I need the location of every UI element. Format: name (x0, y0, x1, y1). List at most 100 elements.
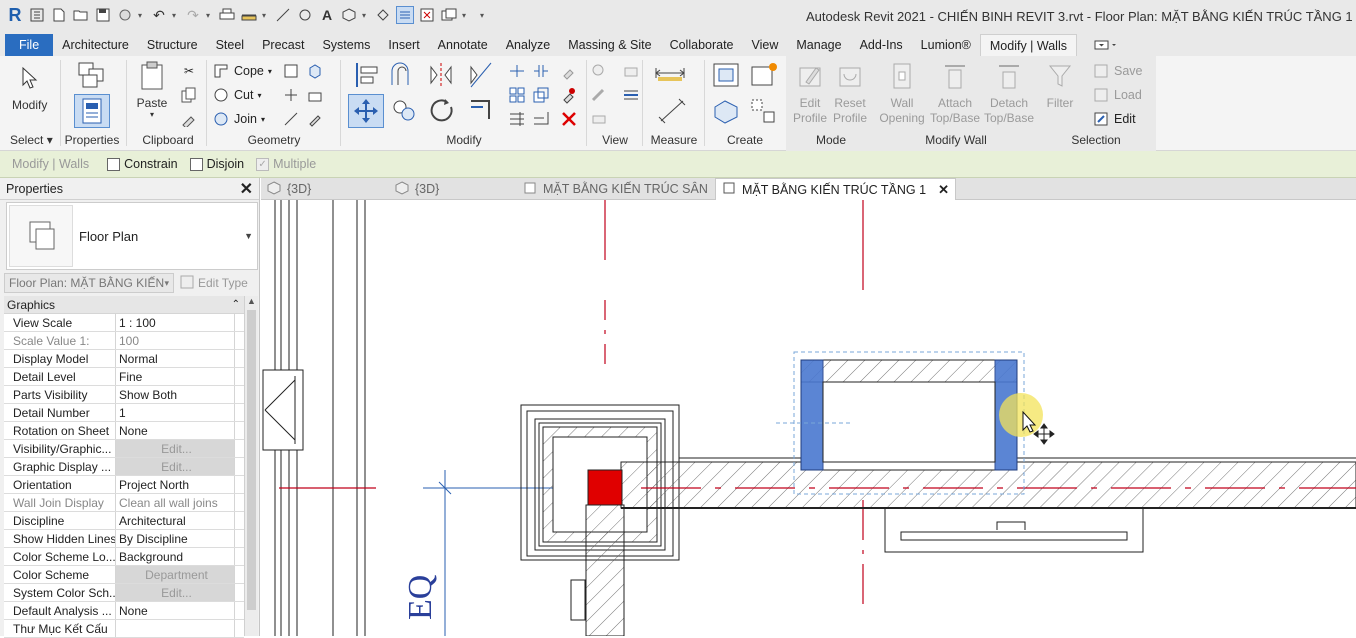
create-parts-icon[interactable] (748, 60, 780, 90)
property-value[interactable]: 1 : 100 (116, 314, 235, 331)
new-icon[interactable] (50, 6, 68, 24)
scroll-up-icon[interactable]: ▲ (247, 296, 256, 306)
property-value[interactable]: Clean all wall joins (116, 494, 235, 511)
measure-between-icon[interactable] (652, 62, 688, 84)
instance-selector[interactable]: Floor Plan: MẶT BẰNG KIẾN ▾ (4, 273, 174, 293)
sync-icon[interactable] (116, 6, 134, 24)
text-icon[interactable]: A (318, 6, 336, 24)
copy-icon[interactable] (390, 96, 420, 126)
view-tab-3d-2[interactable]: {3D} (395, 178, 439, 200)
property-value[interactable]: Edit... (116, 584, 235, 601)
property-value[interactable] (116, 620, 235, 637)
sync-dropdown-icon[interactable]: ▾ (138, 11, 146, 20)
edit-profile-button[interactable]: Edit Profile (792, 60, 828, 126)
customize-qat-icon[interactable]: ▾ (480, 11, 488, 20)
property-row[interactable]: Detail Number 1 (4, 404, 244, 422)
eraser-icon[interactable] (588, 108, 610, 130)
measure-dropdown-icon[interactable]: ▾ (262, 11, 270, 20)
tab-manage[interactable]: Manage (787, 34, 850, 56)
drawing-area[interactable]: EQ (261, 200, 1356, 636)
detach-top-base-button[interactable]: Detach Top/Base (984, 60, 1034, 126)
property-value[interactable]: Background (116, 548, 235, 565)
home-icon[interactable] (28, 6, 46, 24)
tab-structure[interactable]: Structure (138, 34, 207, 56)
split-face-icon[interactable] (280, 60, 302, 82)
trim-multiple-icon[interactable] (506, 108, 528, 130)
paint-icon[interactable] (304, 60, 326, 82)
split-icon[interactable] (506, 60, 528, 82)
cut-geometry-button[interactable]: Cut ▾ (212, 86, 261, 104)
tab-lumion[interactable]: Lumion® (912, 34, 980, 56)
view-tab-3d-1[interactable]: {3D} (267, 178, 311, 200)
disjoin-checkbox[interactable]: Disjoin (189, 157, 244, 171)
pin-icon[interactable] (558, 84, 580, 106)
tab-architecture[interactable]: Architecture (53, 34, 138, 56)
filter-button[interactable]: Filter (1040, 60, 1080, 110)
property-row[interactable]: Default Analysis ... None (4, 602, 244, 620)
paste-button[interactable]: Paste ▾ (136, 60, 168, 119)
property-row[interactable]: Graphic Display ... Edit... (4, 458, 244, 476)
property-row[interactable]: Color Scheme Lo... Background (4, 548, 244, 566)
aligned-dimension-tool-icon[interactable] (654, 96, 690, 126)
align-icon[interactable] (352, 60, 382, 90)
property-value[interactable]: Edit... (116, 440, 235, 457)
tag-icon[interactable] (296, 6, 314, 24)
save-selection-button[interactable]: Save (1092, 62, 1143, 80)
hide-element-icon[interactable] (588, 60, 610, 82)
property-row[interactable]: Rotation on Sheet None (4, 422, 244, 440)
attach-top-base-button[interactable]: Attach Top/Base (930, 60, 980, 126)
property-row[interactable]: View Scale 1 : 100 (4, 314, 244, 332)
selected-wall-left[interactable] (800, 359, 824, 471)
trim-extend-corner-icon[interactable] (466, 96, 496, 126)
override-graphics-icon[interactable] (588, 84, 610, 106)
wall-joins-icon[interactable] (280, 84, 302, 106)
cut-clipboard-icon[interactable]: ✂ (178, 60, 200, 82)
constrain-checkbox[interactable]: Constrain (107, 157, 178, 171)
properties-scrollbar[interactable]: ▲ (244, 296, 258, 636)
tab-add-ins[interactable]: Add-Ins (851, 34, 912, 56)
paint-brush-icon[interactable] (304, 108, 326, 130)
property-value[interactable]: 1 (116, 404, 235, 421)
unpin-icon[interactable] (558, 60, 580, 82)
scale-icon[interactable] (530, 84, 552, 106)
3d-view-icon[interactable] (340, 6, 358, 24)
property-row[interactable]: Display Model Normal (4, 350, 244, 368)
section-icon[interactable] (374, 6, 392, 24)
property-row[interactable]: Visibility/Graphic... Edit... (4, 440, 244, 458)
revit-logo-icon[interactable]: R (6, 5, 24, 25)
undo-dropdown-icon[interactable]: ▾ (172, 11, 180, 20)
array-icon[interactable] (506, 84, 528, 106)
modify-button[interactable]: Modify (12, 62, 47, 112)
red-highlight-element[interactable] (587, 469, 623, 506)
open-icon[interactable] (72, 6, 90, 24)
tab-analyze[interactable]: Analyze (497, 34, 559, 56)
property-row[interactable]: Scale Value 1: 100 (4, 332, 244, 350)
reset-profile-button[interactable]: Reset Profile (830, 60, 870, 126)
property-row[interactable]: Thư Mục Kết Cấu (4, 620, 244, 638)
trim-single-icon[interactable] (530, 108, 552, 130)
delete-icon[interactable] (558, 108, 580, 130)
property-value[interactable]: Fine (116, 368, 235, 385)
save-icon[interactable] (94, 6, 112, 24)
property-value[interactable]: None (116, 422, 235, 439)
create-group-icon[interactable] (710, 96, 742, 126)
tab-steel[interactable]: Steel (207, 34, 254, 56)
property-value[interactable]: Show Both (116, 386, 235, 403)
view-tab-site-plan[interactable]: MẶT BẰNG KIẾN TRÚC SÂN (523, 178, 708, 200)
collapse-icon[interactable]: ⌃ (232, 299, 240, 310)
copy-clipboard-icon[interactable] (178, 84, 200, 106)
property-value[interactable]: None (116, 602, 235, 619)
properties-button[interactable] (74, 94, 110, 128)
tab-massing-site[interactable]: Massing & Site (559, 34, 660, 56)
property-row[interactable]: Wall Join Display Clean all wall joins (4, 494, 244, 512)
tab-modify-walls[interactable]: Modify | Walls (979, 34, 1077, 56)
tab-collaborate[interactable]: Collaborate (661, 34, 743, 56)
edit-selection-button[interactable]: Edit (1092, 110, 1136, 128)
tab-file[interactable]: File (5, 34, 54, 56)
load-selection-button[interactable]: Load (1092, 86, 1142, 104)
category-graphics[interactable]: Graphics ⌃ (4, 296, 244, 314)
tab-insert[interactable]: Insert (379, 34, 428, 56)
mirror-draw-icon[interactable] (466, 60, 496, 90)
linework-icon[interactable] (620, 84, 642, 106)
tab-annotate[interactable]: Annotate (429, 34, 497, 56)
